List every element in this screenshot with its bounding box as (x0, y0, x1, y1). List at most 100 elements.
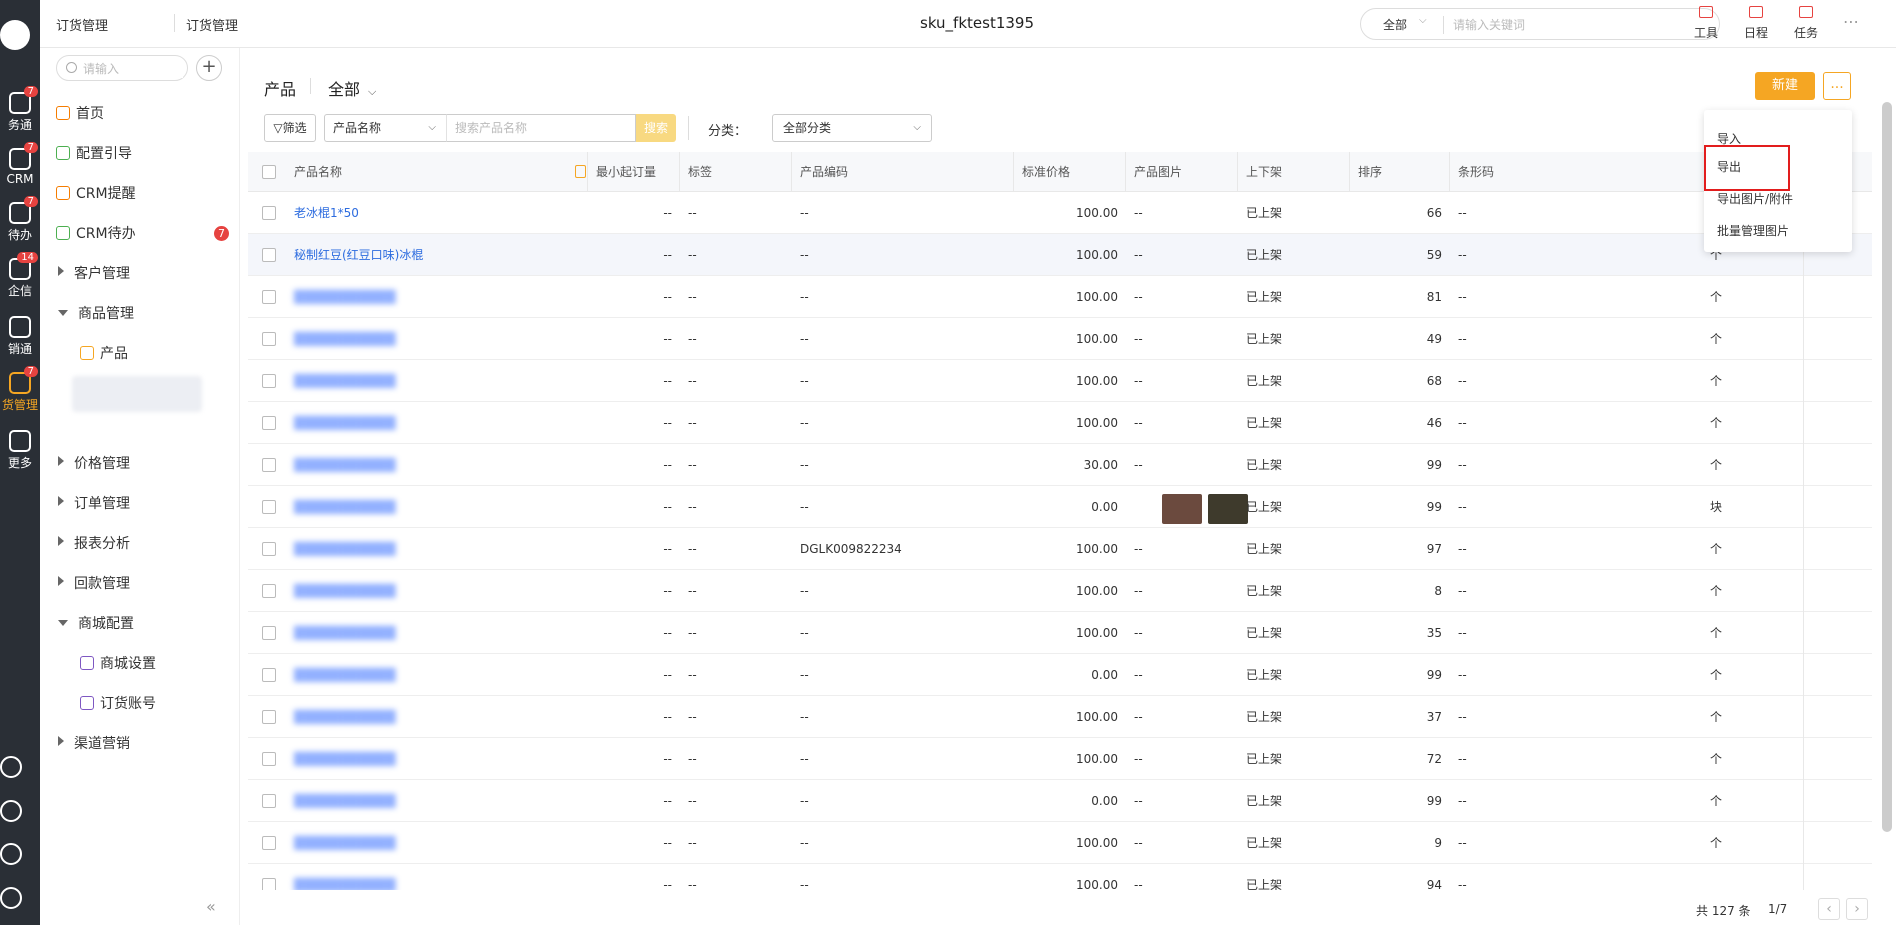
sidebar-item[interactable]: 商品管理 (56, 304, 134, 324)
search-scope-select[interactable]: 全部 (1383, 16, 1407, 33)
tasks-button[interactable]: 任务 (1786, 6, 1826, 41)
column-header-moq[interactable]: 最小起订量 (588, 152, 680, 192)
column-header-image[interactable]: 产品图片 (1126, 152, 1238, 192)
rail-item[interactable]: CRM 7 (0, 142, 40, 186)
settings-icon[interactable] (0, 843, 22, 865)
sidebar-item[interactable]: CRM待办 (56, 224, 136, 244)
sidebar-item[interactable]: 首页 (56, 104, 104, 124)
rail-item[interactable]: 销通 (0, 316, 40, 357)
product-images[interactable] (1162, 494, 1254, 528)
row-checkbox[interactable] (262, 668, 276, 682)
table-row[interactable]: ███████████ -- -- DGLK009822234 100.00 -- 已上架 9… (248, 528, 1872, 570)
rail-item[interactable]: 务通 7 (0, 86, 40, 133)
breadcrumb-page[interactable]: 订货管理 (186, 15, 238, 34)
chevron-down-icon[interactable]: ⌵ (1419, 15, 1427, 26)
row-checkbox[interactable] (262, 374, 276, 388)
product-name-link[interactable]: ███████████ (294, 318, 494, 360)
sidebar-item[interactable]: 配置引导 (56, 144, 132, 164)
row-checkbox[interactable] (262, 878, 276, 890)
search-button[interactable]: 搜索 (636, 114, 676, 142)
table-row[interactable]: ███████████ -- -- -- 100.00 -- 已上架 35 -- 个 (248, 612, 1872, 654)
row-checkbox[interactable] (262, 206, 276, 220)
row-checkbox[interactable] (262, 836, 276, 850)
category-select[interactable]: 全部分类 ⌵ (772, 114, 932, 142)
product-name-link[interactable]: ███████████ (294, 864, 494, 890)
table-row[interactable]: ███████████ -- -- -- 0.00 -- 已上架 99 -- 个 (248, 654, 1872, 696)
rail-item[interactable]: 企信 14 (0, 252, 40, 299)
sidebar-item[interactable]: CRM提醒 (56, 184, 136, 204)
product-thumbnail[interactable] (1208, 494, 1248, 524)
product-name-link[interactable]: ███████████ (294, 612, 494, 654)
sidebar-item[interactable]: 价格管理 (56, 454, 130, 474)
column-header-code[interactable]: 产品编码 (792, 152, 1014, 192)
product-name-link[interactable]: ███████████ (294, 360, 494, 402)
user-icon[interactable] (0, 887, 22, 909)
product-name-link[interactable]: ███████████ (294, 528, 494, 570)
page-indicator[interactable]: 1/7 (1768, 902, 1787, 916)
rail-item[interactable]: 更多 (0, 430, 40, 471)
add-menu-button[interactable]: + (196, 55, 222, 81)
table-row[interactable]: ███████████ -- -- -- 0.00 -- 已上架 99 -- 个 (248, 780, 1872, 822)
product-name-link[interactable]: ███████████ (294, 696, 494, 738)
app-logo[interactable] (0, 20, 30, 50)
product-name-link[interactable]: ███████████ (294, 822, 494, 864)
column-header-status[interactable]: 上下架 (1238, 152, 1350, 192)
row-checkbox[interactable] (262, 710, 276, 724)
table-row[interactable]: ███████████ -- -- -- 100.00 -- 已上架 46 -- 个 (248, 402, 1872, 444)
filter-button[interactable]: ▽筛选 (264, 114, 316, 142)
row-checkbox[interactable] (262, 752, 276, 766)
table-row[interactable]: ███████████ -- -- -- 0.00 已上架 99 -- 块 (248, 486, 1872, 528)
product-name-link[interactable]: ███████████ (294, 486, 494, 528)
vertical-scrollbar[interactable] (1882, 102, 1892, 832)
sidebar-item[interactable]: 客户管理 (56, 264, 130, 284)
clock-icon[interactable] (0, 800, 22, 822)
column-header-sort[interactable]: 排序 (1350, 152, 1450, 192)
product-name-link[interactable]: ███████████ (294, 738, 494, 780)
product-name-link[interactable]: ███████████ (294, 402, 494, 444)
row-checkbox[interactable] (262, 332, 276, 346)
table-row[interactable]: ███████████ -- -- -- 100.00 -- 已上架 49 -- 个 (248, 318, 1872, 360)
sidebar-search-input[interactable] (83, 60, 183, 78)
table-row[interactable]: ███████████ -- -- -- 100.00 -- 已上架 68 -- 个 (248, 360, 1872, 402)
row-checkbox[interactable] (262, 794, 276, 808)
product-search-input[interactable] (446, 114, 636, 142)
table-row[interactable]: ███████████ -- -- -- 100.00 -- 已上架 94 -- (248, 864, 1872, 890)
breadcrumb-app[interactable]: 订货管理 (56, 15, 108, 34)
sidebar-item[interactable]: 订单管理 (56, 494, 130, 514)
table-row[interactable]: 老冰棍1*50 -- -- -- 100.00 -- 已上架 66 -- (248, 192, 1872, 234)
rail-item[interactable]: 货管理 7 (0, 366, 40, 413)
row-checkbox[interactable] (262, 416, 276, 430)
product-name-link[interactable]: ███████████ (294, 780, 494, 822)
table-row[interactable]: ███████████ -- -- -- 30.00 -- 已上架 99 -- 个 (248, 444, 1872, 486)
rail-item[interactable]: 待办 7 (0, 196, 40, 243)
product-thumbnail[interactable] (1162, 494, 1202, 524)
sidebar-item[interactable]: 报表分析 (56, 534, 130, 554)
table-row[interactable]: ███████████ -- -- -- 100.00 -- 已上架 72 -- 个 (248, 738, 1872, 780)
tools-button[interactable]: 工具 (1686, 6, 1726, 41)
help-icon[interactable] (0, 756, 22, 778)
more-options-icon[interactable]: ⋯ (1843, 12, 1860, 31)
sidebar-item[interactable]: 商城设置 (80, 654, 156, 674)
sidebar-item[interactable]: 渠道营销 (56, 734, 130, 754)
row-checkbox[interactable] (262, 626, 276, 640)
row-checkbox[interactable] (262, 500, 276, 514)
product-name-link[interactable]: ███████████ (294, 276, 494, 318)
row-checkbox[interactable] (262, 290, 276, 304)
search-field-select[interactable]: 产品名称 ⌵ (324, 114, 446, 142)
table-row[interactable]: 秘制红豆(红豆口味)冰棍 -- -- -- 100.00 -- 已上架 59 -- 个 (248, 234, 1872, 276)
table-row[interactable]: ███████████ -- -- -- 100.00 -- 已上架 8 -- 个 (248, 570, 1872, 612)
collapse-sidebar-icon[interactable]: « (206, 897, 216, 916)
sidebar-item[interactable]: 订货账号 (80, 694, 156, 714)
sidebar-item[interactable]: 商城配置 (56, 614, 134, 634)
row-checkbox[interactable] (262, 458, 276, 472)
new-button[interactable]: 新建 (1755, 72, 1815, 100)
column-header-price[interactable]: 标准价格 (1014, 152, 1126, 192)
more-actions-button[interactable]: ... (1823, 72, 1851, 100)
select-all-checkbox[interactable] (262, 165, 276, 179)
row-checkbox[interactable] (262, 248, 276, 262)
row-checkbox[interactable] (262, 584, 276, 598)
product-name-link[interactable]: ███████████ (294, 654, 494, 696)
column-header-tag[interactable]: 标签 (680, 152, 792, 192)
global-search-input[interactable] (1453, 15, 1703, 35)
product-name-link[interactable]: ███████████ (294, 444, 494, 486)
